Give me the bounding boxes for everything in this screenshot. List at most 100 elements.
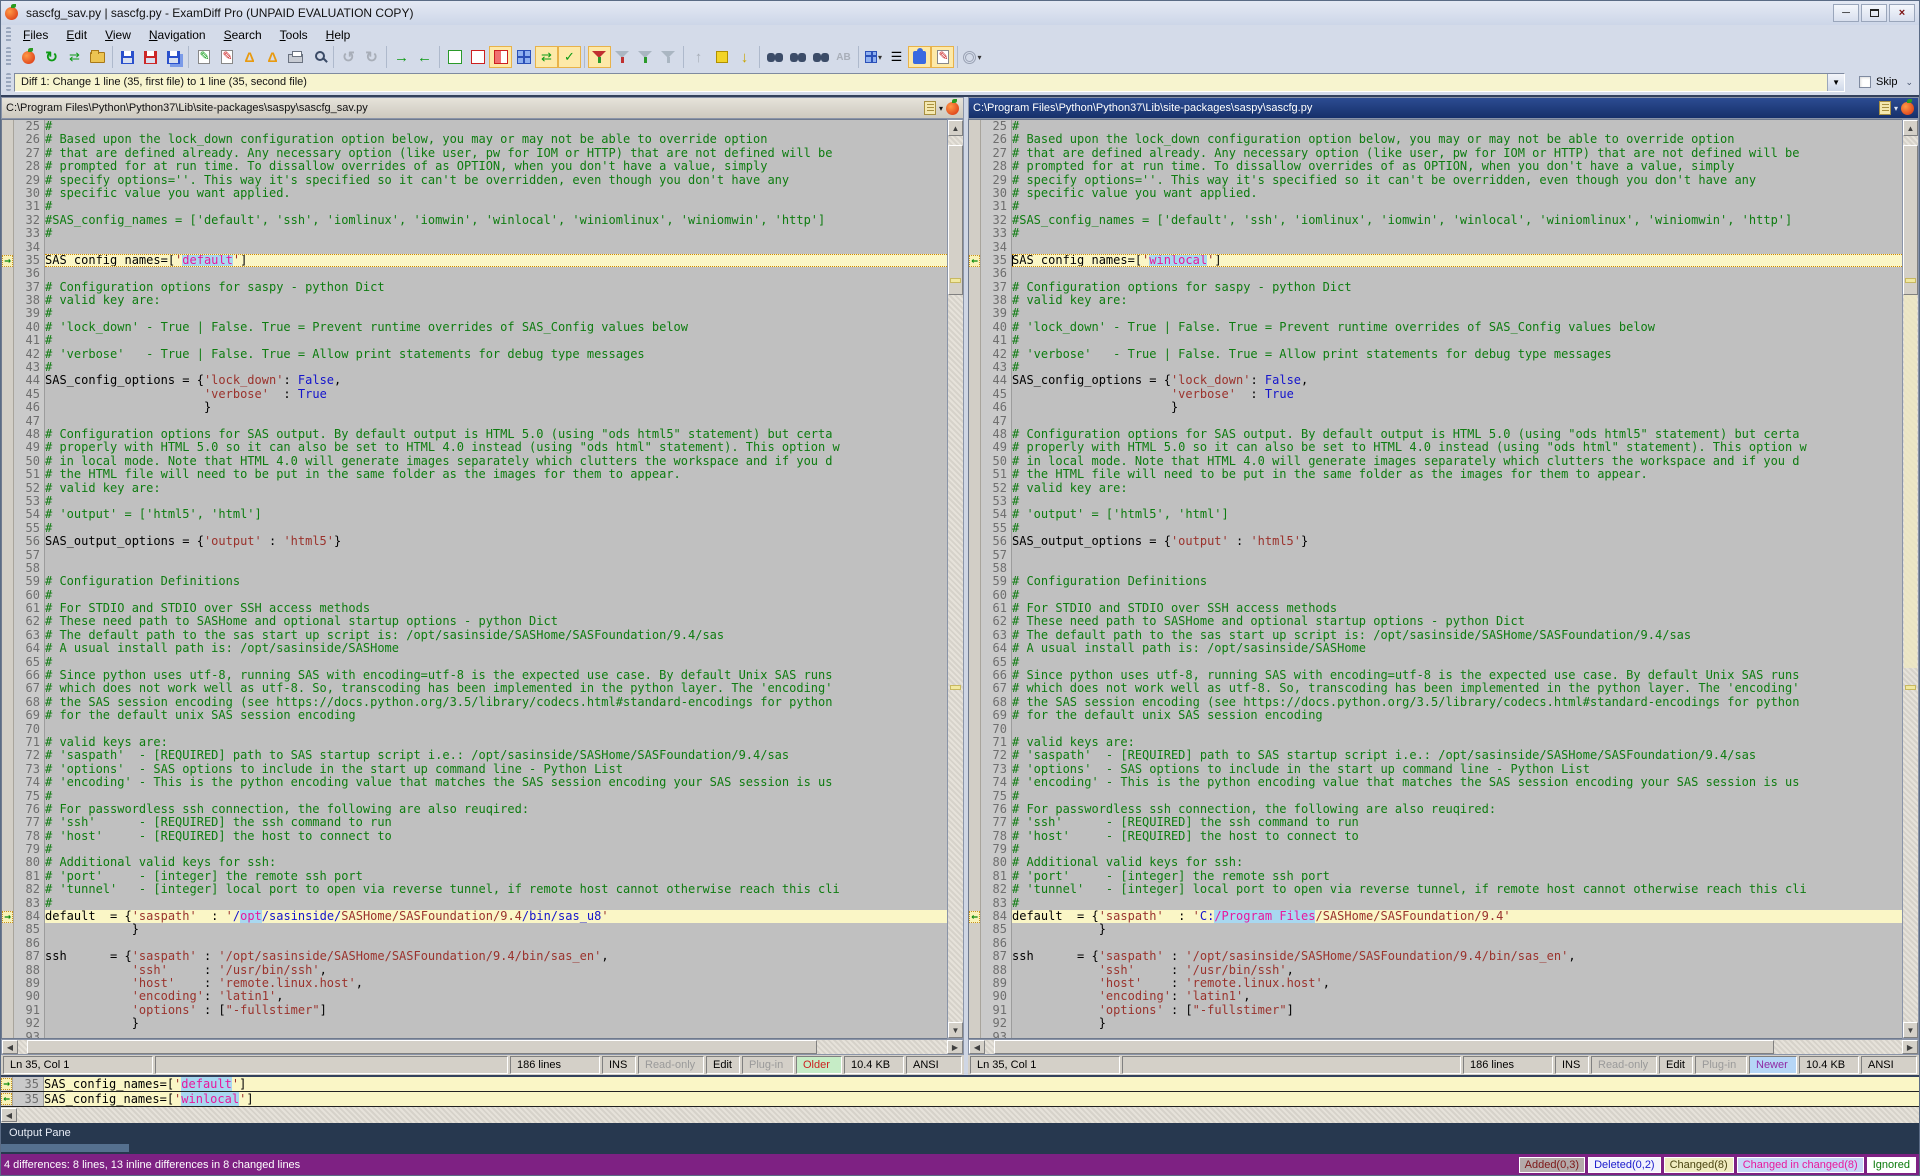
code-line-39[interactable]: 39# [969, 307, 1902, 320]
code-line-29[interactable]: 29# specify options=''. This way it's sp… [2, 174, 947, 187]
find-next-icon[interactable] [786, 46, 809, 68]
compare-icon[interactable] [946, 102, 959, 115]
code-line-71[interactable]: 71# valid keys are: [969, 736, 1902, 749]
filter-all-differences-icon[interactable] [588, 46, 611, 68]
code-line-71[interactable]: 71# valid keys are: [2, 736, 947, 749]
difference-dropdown-icon[interactable]: ▼ [1827, 74, 1844, 91]
code-line-40[interactable]: 40# 'lock_down' - True | False. True = P… [2, 321, 947, 334]
show-all-icon[interactable] [512, 46, 535, 68]
code-line-53[interactable]: 53# [969, 495, 1902, 508]
code-line-64[interactable]: 64# A usual install path is: /opt/sasins… [969, 642, 1902, 655]
edit-second-file-icon[interactable] [215, 46, 238, 68]
code-line-47[interactable]: 47 [969, 415, 1902, 428]
diffbar-overflow-icon[interactable]: ⌄ [1905, 77, 1913, 88]
code-line-92[interactable]: 92 } [2, 1017, 947, 1030]
diff-map-mark[interactable] [1905, 278, 1916, 283]
difference-pane-scrollbar[interactable]: ◀ [1, 1107, 1919, 1123]
code-line-61[interactable]: 61# For STDIO and STDIO over SSH access … [2, 602, 947, 615]
code-line-70[interactable]: 70 [969, 723, 1902, 736]
scroll-left-icon[interactable]: ◀ [2, 1040, 18, 1054]
code-line-69[interactable]: 69# for the default unix SAS session enc… [969, 709, 1902, 722]
code-line-62[interactable]: 62# These need path to SASHome and optio… [969, 615, 1902, 628]
current-difference-combo[interactable]: Diff 1: Change 1 line (35, first file) t… [14, 73, 1845, 92]
difference-row-1[interactable]: →35SAS_config_names=['default'] [1, 1077, 1919, 1092]
code-line-52[interactable]: 52# valid key are: [2, 482, 947, 495]
code-line-34[interactable]: 34 [969, 241, 1902, 254]
menu-item-files[interactable]: Files [14, 26, 57, 44]
code-line-81[interactable]: 81# 'port' - [integer] the remote ssh po… [2, 870, 947, 883]
code-line-31[interactable]: 31# [2, 200, 947, 213]
code-line-76[interactable]: 76# For passwordless ssh connection, the… [2, 803, 947, 816]
options-gear-icon[interactable]: ▾ [961, 46, 984, 68]
diff-marker-arrow-icon[interactable]: ← [969, 911, 980, 923]
code-line-77[interactable]: 77# 'ssh' - [REQUIRED] the ssh command t… [2, 816, 947, 829]
horizontal-scroll-thumb[interactable] [994, 1040, 1773, 1054]
layout-icon-dropdown[interactable]: ▾ [878, 53, 882, 62]
code-line-36[interactable]: 36 [2, 267, 947, 280]
pane-menu-dropdown-icon[interactable]: ▾ [1894, 104, 1898, 113]
code-line-85[interactable]: 85 } [2, 923, 947, 936]
code-line-80[interactable]: 80# Additional valid keys for ssh: [2, 856, 947, 869]
code-line-85[interactable]: 85 } [969, 923, 1902, 936]
code-line-64[interactable]: 64# A usual install path is: /opt/sasins… [2, 642, 947, 655]
edit-first-file-icon[interactable] [192, 46, 215, 68]
diff-map-mark[interactable] [1905, 685, 1916, 690]
previous-difference-icon[interactable]: ← [413, 46, 436, 68]
code-line-78[interactable]: 78# 'host' - [REQUIRED] the host to conn… [969, 830, 1902, 843]
code-line-89[interactable]: 89 'host' : 'remote.linux.host', [2, 977, 947, 990]
vertical-scroll-thumb[interactable] [1903, 145, 1918, 296]
code-line-36[interactable]: 36 [969, 267, 1902, 280]
code-line-46[interactable]: 46 } [2, 401, 947, 414]
code-line-43[interactable]: 43# [2, 361, 947, 374]
first-file-vertical-scrollbar[interactable]: ▲ ▼ [947, 119, 964, 1039]
code-line-55[interactable]: 55# [969, 522, 1902, 535]
code-line-86[interactable]: 86 [2, 937, 947, 950]
difference-row-2[interactable]: ←35SAS_config_names=['winlocal'] [1, 1092, 1919, 1107]
code-line-82[interactable]: 82# 'tunnel' - [integer] local port to o… [2, 883, 947, 896]
code-line-66[interactable]: 66# Since python uses utf-8, running SAS… [2, 669, 947, 682]
code-line-60[interactable]: 60# [2, 589, 947, 602]
code-line-91[interactable]: 91 'options' : ["-fullstimer"] [969, 1004, 1902, 1017]
code-line-32[interactable]: 32#SAS_config_names = ['default', 'ssh',… [969, 214, 1902, 227]
code-line-54[interactable]: 54# 'output' = ['html5', 'html'] [2, 508, 947, 521]
code-line-83[interactable]: 83# [2, 897, 947, 910]
diff-map-mark[interactable] [950, 278, 961, 283]
code-line-75[interactable]: 75# [969, 790, 1902, 803]
code-line-47[interactable]: 47 [2, 415, 947, 428]
code-line-38[interactable]: 38# valid key are: [2, 294, 947, 307]
code-line-56[interactable]: 56SAS_output_options = {'output' : 'html… [2, 535, 947, 548]
diff-marker-arrow-icon[interactable]: → [1, 1078, 12, 1090]
second-file-vertical-scrollbar[interactable]: ▲ ▼ [1902, 119, 1919, 1039]
show-changed-icon[interactable] [489, 46, 512, 68]
send-differences-icon[interactable]: Δ [261, 46, 284, 68]
menu-item-view[interactable]: View [96, 26, 140, 44]
pane-menu-icon[interactable] [924, 101, 936, 115]
code-line-35[interactable]: ←35SAS_config_names=['winlocal'] [969, 254, 1902, 267]
code-line-63[interactable]: 63# The default path to the sas start up… [2, 629, 947, 642]
save-both-files-icon[interactable] [162, 46, 185, 68]
code-line-70[interactable]: 70 [2, 723, 947, 736]
code-line-48[interactable]: 48# Configuration options for SAS output… [969, 428, 1902, 441]
code-line-50[interactable]: 50# in local mode. Note that HTML 4.0 wi… [2, 455, 947, 468]
menu-item-help[interactable]: Help [317, 26, 360, 44]
next-block-icon[interactable]: ↓ [733, 46, 756, 68]
code-line-84[interactable]: ←84default = {'saspath' : 'C:/Program Fi… [969, 910, 1902, 923]
code-line-56[interactable]: 56SAS_output_options = {'output' : 'html… [969, 535, 1902, 548]
code-line-53[interactable]: 53# [2, 495, 947, 508]
scroll-right-icon[interactable]: ▶ [1902, 1040, 1918, 1054]
vertical-scroll-thumb[interactable] [948, 145, 963, 296]
open-files-icon[interactable] [86, 46, 109, 68]
recompare-swapped-icon[interactable]: ⇄ [63, 46, 86, 68]
code-line-54[interactable]: 54# 'output' = ['html5', 'html'] [969, 508, 1902, 521]
code-line-93[interactable]: 93 [969, 1031, 1902, 1039]
code-line-68[interactable]: 68# the SAS session encoding (see https:… [969, 696, 1902, 709]
code-line-31[interactable]: 31# [969, 200, 1902, 213]
code-line-35[interactable]: →35SAS_config_names=['default'] [2, 254, 947, 267]
code-line-61[interactable]: 61# For STDIO and STDIO over SSH access … [969, 602, 1902, 615]
maximize-button[interactable] [1861, 4, 1887, 22]
code-line-42[interactable]: 42# 'verbose' - True | False. True = All… [2, 348, 947, 361]
code-line-93[interactable]: 93 [2, 1031, 947, 1039]
code-line-58[interactable]: 58 [969, 562, 1902, 575]
code-line-60[interactable]: 60# [969, 589, 1902, 602]
line-inspector-icon[interactable]: ☰ [885, 46, 908, 68]
